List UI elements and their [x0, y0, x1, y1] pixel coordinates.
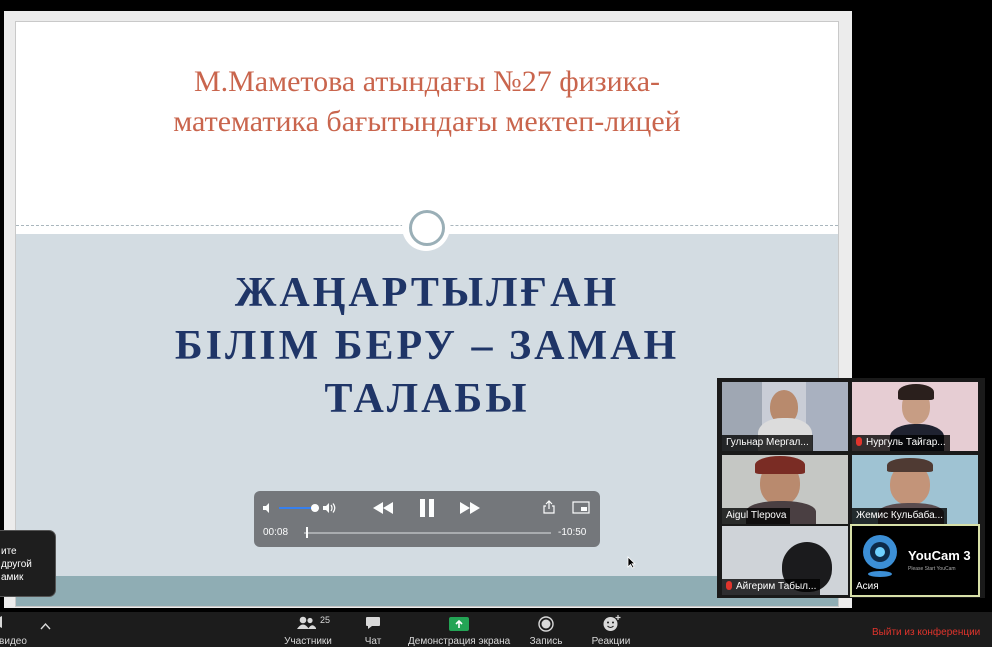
fast-forward-icon[interactable] [459, 501, 481, 515]
video-camera-icon [0, 616, 2, 628]
chat-label: Чат [364, 636, 382, 647]
youcam-logo: YouCam 3 [908, 548, 971, 563]
chat-icon [366, 617, 380, 629]
share-icon[interactable] [543, 500, 555, 514]
share-screen-label: Демонстрация экрана [408, 636, 511, 647]
participant-name-text: Нургуль Тайгар... [866, 437, 946, 448]
participant-hair [755, 456, 805, 474]
mouse-cursor-icon [627, 556, 636, 569]
participant-name: Нургуль Тайгар... [852, 435, 950, 451]
share-screen-icon [449, 617, 469, 631]
volume-slider-knob[interactable] [311, 504, 319, 512]
muted-mic-icon [726, 581, 732, 590]
record-label: Запись [529, 636, 563, 647]
slide-title-line: математика бағытындағы мектеп-лицей [173, 105, 681, 138]
participants-label: Участники [284, 636, 332, 647]
participants-icon [297, 616, 316, 629]
playback-scrubber[interactable] [306, 527, 308, 538]
volume-low-icon[interactable] [262, 502, 274, 514]
participant-tile-active[interactable]: YouCam 3 Please Start YouCam Асия [850, 524, 980, 597]
tooltip-text: другой [1, 559, 32, 570]
video-button[interactable]: ь видео [0, 612, 38, 647]
tooltip-popup: ите другой амик [0, 530, 56, 597]
volume-high-icon[interactable] [322, 502, 338, 514]
playback-progress-track[interactable] [304, 532, 551, 534]
participant-tile[interactable]: Нургуль Тайгар... [852, 382, 978, 451]
participant-hair [898, 384, 934, 400]
rewind-icon[interactable] [372, 501, 394, 515]
youcam-brand: YouCam [908, 548, 960, 563]
participant-tile[interactable]: Гульнар Мергал... [722, 382, 848, 451]
youcam-version: 3 [963, 548, 971, 563]
slide-circle-ring [409, 210, 445, 246]
participant-tile[interactable]: Айгерим Табыл... [722, 526, 848, 595]
participant-name: Жемис Кульбаба... [852, 508, 948, 524]
youcam-tagline: Please Start YouCam [908, 566, 956, 572]
share-screen-button[interactable]: Демонстрация экрана [408, 612, 510, 647]
elapsed-time: 00:08 [263, 527, 289, 538]
participants-count: 25 [320, 615, 331, 625]
reactions-button[interactable]: Реакции [588, 612, 634, 647]
muted-mic-icon [856, 437, 862, 446]
volume-fill [279, 507, 315, 509]
participant-name: Айгерим Табыл... [722, 579, 821, 595]
picture-in-picture-icon[interactable] [572, 501, 590, 514]
slide-heading-line: БІЛІМ БЕРУ – ЗАМАН [174, 323, 680, 369]
participant-name-text: Айгерим Табыл... [736, 581, 817, 592]
chevron-up-icon[interactable] [40, 622, 51, 630]
tooltip-text: ите [1, 546, 17, 557]
participant-gallery: Гульнар Мергал... Нургуль Тайгар... Aigu… [717, 378, 985, 598]
emoji-add-icon [603, 615, 621, 631]
slide-heading-line: ТАЛАБЫ [324, 376, 530, 422]
participants-button[interactable]: 25 Участники [280, 612, 336, 647]
slide-title-line: М.Маметова атындағы №27 физика- [193, 65, 661, 98]
webcam-icon [863, 535, 897, 577]
chat-button[interactable]: Чат [356, 612, 390, 647]
participant-name: Aigul Tlepova [722, 508, 791, 524]
participant-tile[interactable]: Aigul Tlepova [722, 455, 848, 524]
participant-tile[interactable]: Жемис Кульбаба... [852, 455, 978, 524]
leave-meeting-button[interactable]: Выйти из конференции [872, 627, 980, 638]
slide-footer-band [16, 576, 838, 606]
participant-name: Гульнар Мергал... [722, 435, 813, 451]
meeting-toolbar: ь видео 25 Участники Чат Демонстрация эк… [0, 612, 992, 647]
remaining-time: -10:50 [558, 527, 587, 538]
slide-heading-line: ЖАҢАРТЫЛҒАН [234, 270, 620, 316]
slide-title: М.Маметова атындағы №27 физика- математи… [56, 62, 798, 142]
tooltip-text: амик [1, 572, 24, 583]
record-button[interactable]: Запись [526, 612, 566, 647]
media-player-controls[interactable]: 00:08 -10:50 [254, 491, 600, 547]
slide-heading: ЖАҢАРТЫЛҒАН БІЛІМ БЕРУ – ЗАМАН ТАЛАБЫ [56, 267, 798, 426]
record-icon [538, 616, 554, 632]
reactions-label: Реакции [591, 636, 631, 647]
participant-name: Асия [852, 579, 883, 595]
participant-hair [887, 458, 933, 472]
video-label: ь видео [0, 636, 27, 647]
pause-icon[interactable] [418, 498, 436, 518]
